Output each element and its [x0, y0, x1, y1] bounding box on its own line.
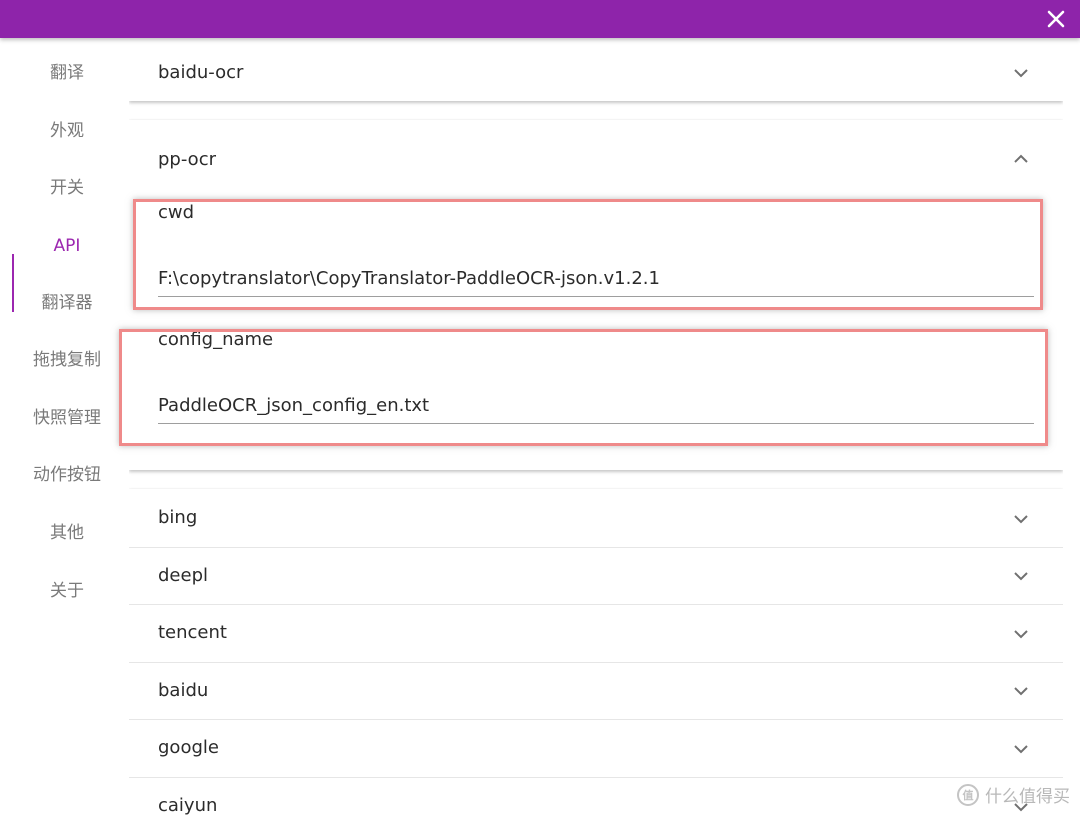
divider [129, 777, 1063, 778]
sidebar-item-snapshots[interactable]: 快照管理 [12, 398, 122, 438]
panel-title-google[interactable]: google [158, 737, 219, 758]
sidebar-nav: 翻译 外观 开关 API 翻译器 拖拽复制 快照管理 动作按钮 其他 关于 [0, 38, 130, 815]
panel-baidu-ocr[interactable]: baidu-ocr [129, 38, 1063, 101]
config-name-input[interactable] [158, 388, 1034, 424]
sidebar-item-other[interactable]: 其他 [12, 513, 122, 553]
panel-title-caiyun[interactable]: caiyun [158, 795, 217, 815]
chevron-down-icon[interactable] [1013, 744, 1029, 754]
translator-list: bing deepl tencent baidu google caiyun [129, 489, 1063, 815]
chevron-down-icon[interactable] [1013, 514, 1029, 524]
sidebar-item-api[interactable]: API [12, 226, 122, 266]
panel-pp-ocr: pp-ocr cwd config_name [129, 120, 1063, 470]
sidebar-item-switches[interactable]: 开关 [12, 168, 122, 208]
divider [129, 604, 1063, 605]
close-icon[interactable] [1044, 7, 1068, 31]
chevron-up-icon[interactable] [1013, 154, 1029, 164]
sidebar-item-action-buttons[interactable]: 动作按钮 [12, 455, 122, 495]
cwd-input[interactable] [158, 261, 1034, 297]
panel-title-baidu[interactable]: baidu [158, 680, 208, 701]
watermark-badge-icon: 值 [957, 783, 979, 806]
divider [129, 547, 1063, 548]
chevron-down-icon[interactable] [1013, 68, 1029, 78]
divider [129, 719, 1063, 720]
watermark: 值 什么值得买 [957, 782, 1070, 807]
api-settings-panel: baidu-ocr pp-ocr cwd config_name bing de… [129, 38, 1063, 815]
panel-title-deepl[interactable]: deepl [158, 565, 208, 586]
config-name-label: config_name [158, 329, 274, 350]
title-bar [0, 0, 1080, 38]
panel-title-tencent[interactable]: tencent [158, 622, 227, 643]
sidebar-item-appearance[interactable]: 外观 [12, 111, 122, 151]
sidebar-item-translators[interactable]: 翻译器 [12, 283, 122, 323]
sidebar-item-translate[interactable]: 翻译 [12, 53, 122, 93]
panel-title[interactable]: pp-ocr [158, 149, 216, 170]
sidebar-item-about[interactable]: 关于 [12, 571, 122, 611]
divider [129, 662, 1063, 663]
chevron-down-icon[interactable] [1013, 629, 1029, 639]
sidebar-item-drag-copy[interactable]: 拖拽复制 [12, 340, 122, 380]
panel-title: baidu-ocr [158, 62, 244, 83]
chevron-down-icon[interactable] [1013, 686, 1029, 696]
watermark-text: 什么值得买 [985, 787, 1070, 807]
chevron-down-icon[interactable] [1013, 571, 1029, 581]
cwd-label: cwd [158, 202, 195, 223]
panel-title-bing[interactable]: bing [158, 507, 197, 528]
